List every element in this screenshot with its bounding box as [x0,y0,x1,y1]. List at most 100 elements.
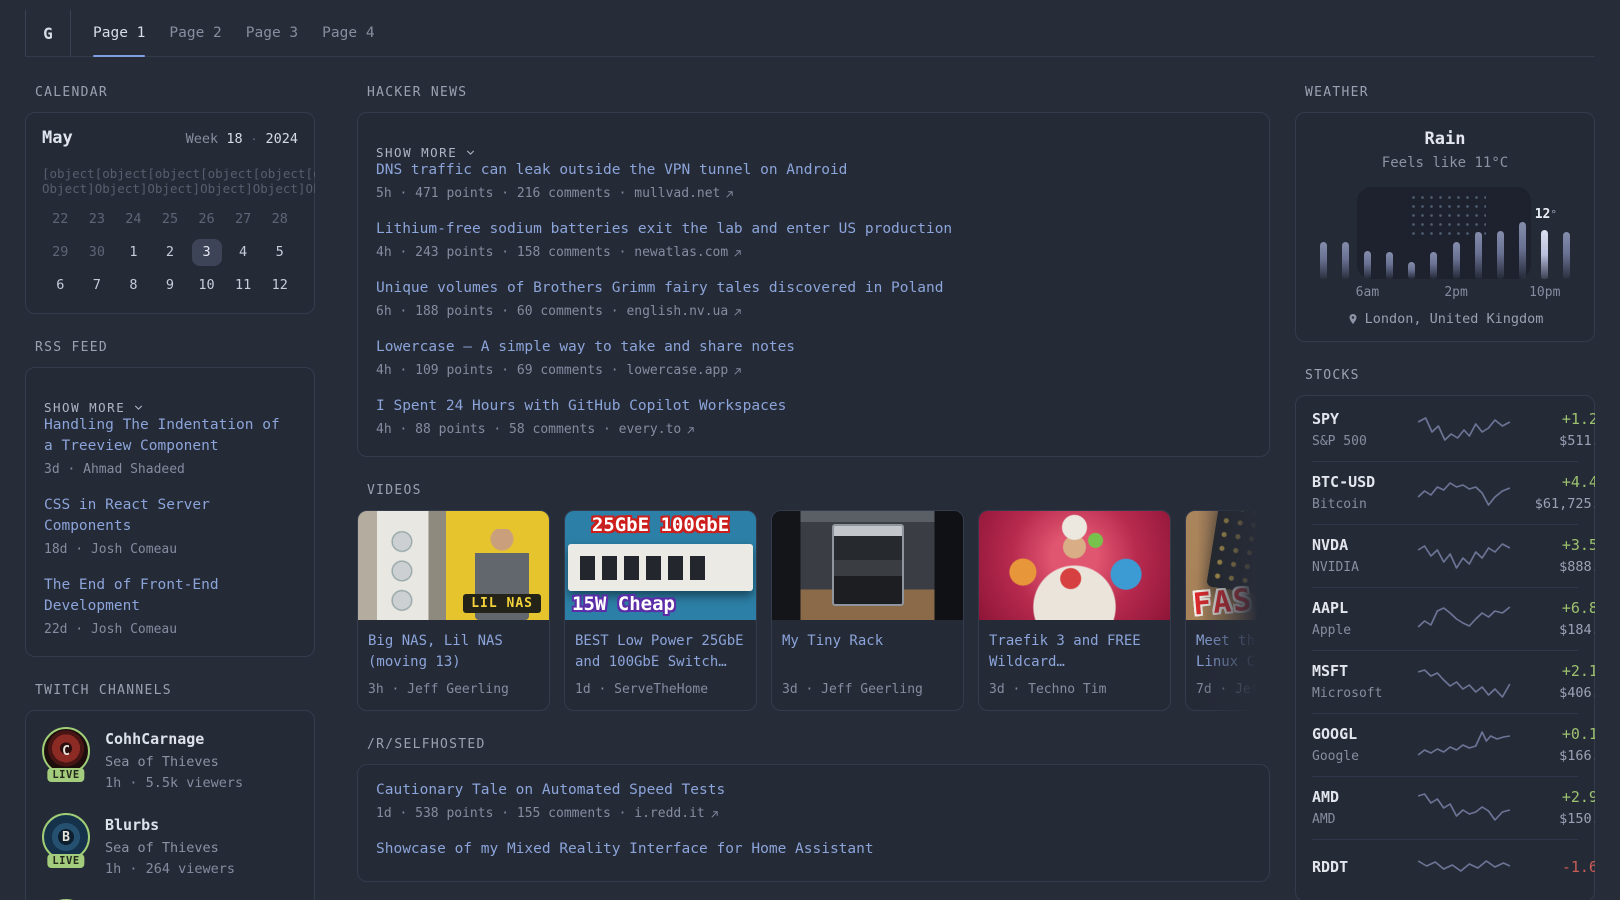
weather-bar [1386,252,1394,279]
rss-show-more-button[interactable]: SHOW MORE [44,400,145,415]
twitch-viewers: 1h · 264 viewers [105,861,236,877]
weather-bar-column [1312,242,1334,279]
stock-sparkline [1417,793,1511,821]
weather-bar [1496,231,1504,279]
video-title-link[interactable]: My Tiny Rack [782,631,953,673]
weekday-label: [object Object] [200,166,253,196]
stock-symbol: GOOGL [1312,725,1358,743]
stock-sparkline-wrap [1416,851,1512,887]
stock-row[interactable]: MSFT Microsoft +2.16% $406.43 [1312,650,1595,713]
hn-article-link[interactable]: Lowercase – A simple way to take and sha… [376,337,1251,358]
twitch-channel-info: Blurbs Sea of Thieves 1h · 264 viewers [105,813,235,878]
stock-sparkline-wrap [1416,601,1512,637]
stock-symbol: AAPL [1312,599,1349,617]
page-tab[interactable]: Page 2 [169,10,221,56]
show-more-label: SHOW MORE [44,400,126,415]
stock-symbol: BTC-USD [1312,473,1376,491]
top-nav: G Page 1 Page 2 Page 3 Page 4 [25,10,1595,57]
stock-change: +4.40% [1561,473,1595,491]
stock-name: Bitcoin [1312,497,1367,512]
weather-bar-column [1511,222,1533,279]
hn-show-more-button[interactable]: SHOW MORE [376,145,477,160]
weather-bar-column [1556,232,1578,279]
stock-row[interactable]: SPY S&P 500 +1.29% $511.57 [1312,399,1595,461]
weekday-label: [object Object] [147,166,201,196]
video-card[interactable]: LIL NAS Big NAS, Lil NAS (moving 13) 3h … [357,510,550,711]
weather-bar [1452,242,1460,279]
sparkline-path [1417,860,1511,872]
hn-article-link[interactable]: I Spent 24 Hours with GitHub Copilot Wor… [376,396,1251,417]
hn-article-link[interactable]: Lithium-free sodium batteries exit the l… [376,219,1251,240]
stock-row[interactable]: AMD AMD +2.94% $150.45 [1312,776,1595,839]
stock-row[interactable]: RDDT -1.65% [1312,839,1595,898]
stock-identity: BTC-USD Bitcoin [1312,473,1416,513]
stock-row[interactable]: NVDA NVIDIA +3.52% $888.40 [1312,524,1595,587]
video-title-link[interactable]: Big NAS, Lil NAS (moving 13) [368,631,539,673]
video-card[interactable]: 25GbE 100GbE 15W Cheap BEST Low Power 25… [564,510,757,711]
video-thumbnail: 25GbE 100GbE 15W Cheap [565,511,756,620]
rss-article-link[interactable]: CSS in React Server Components [44,495,296,537]
weather-tick: 2pm [1444,285,1468,300]
twitch-card: C LIVE CohhCarnage Sea of Thieves 1h · 5… [25,710,315,900]
video-title-link[interactable]: Traefik 3 and FREE Wildcard… [989,631,1160,673]
stock-name: S&P 500 [1312,434,1367,449]
rss-article-link[interactable]: Handling The Indentation of a Treeview C… [44,415,296,457]
calendar-day: 27 [234,211,252,227]
sparkline-path [1417,731,1511,756]
app-logo[interactable]: G [25,10,71,56]
rss-meta-text: 22d · Josh Comeau [44,622,178,637]
weather-bar [1319,242,1327,279]
twitch-viewers: 1h · 5.5k viewers [105,775,244,791]
video-card[interactable]: My Tiny Rack 3d · Jeff Geerling [771,510,964,711]
thumbnail-text-primary: 25GbE 100GbE [591,514,730,536]
weather-tick: 10pm [1529,285,1561,300]
page-tab[interactable]: Page 3 [246,10,298,56]
weather-tick: 6am [1355,285,1380,300]
stock-identity: GOOGL Google [1312,725,1416,765]
sparkline-path [1417,543,1511,569]
weekday-label: [object Object] [252,166,306,196]
calendar-day: 11 [234,277,252,293]
rss-article-link[interactable]: The End of Front-End Development [44,575,296,617]
stock-price: $406.43 [1559,685,1595,701]
hn-article-link[interactable]: DNS traffic can leak outside the VPN tun… [376,160,1251,181]
stock-row[interactable]: AAPL Apple +6.87% $184.91 [1312,587,1595,650]
stock-change: +6.87% [1561,599,1595,617]
reddit-item: Cautionary Tale on Automated Speed Tests… [376,780,1251,823]
stock-row[interactable]: GOOGL Google +0.10% $166.78 [1312,713,1595,776]
right-column: WEATHER Rain Feels like 11°C 12° 6am 2pm… [1295,85,1595,900]
twitch-avatar-wrap: C LIVE [42,727,90,782]
weather-temp-tag: 12° [1535,203,1557,222]
page-tab[interactable]: Page 4 [322,10,374,56]
video-meta: 3h · Jeff Geerling [368,682,509,697]
calendar-days-grid: 22 23 24 25 26 27 28 29 30 1 2 3 4 5 6 7 8 9 10 11 12 [42,206,298,299]
stock-change: +3.52% [1561,536,1595,554]
stock-identity: MSFT Microsoft [1312,662,1416,702]
hn-article-meta: 4h · 243 points · 158 comments · newatla… [376,244,1251,262]
video-title-link[interactable]: Meet the Linux Clus [1196,631,1270,673]
avatar-letter: C [62,743,70,759]
hacker-news-widget-label: HACKER NEWS [367,85,468,100]
hn-article-meta: 4h · 109 points · 69 comments · lowercas… [376,362,1251,380]
video-card[interactable]: Traefik 3 and FREE Wildcard… 3d · Techno… [978,510,1171,711]
weekday-label: [object Object] [305,166,315,196]
twitch-channel-row[interactable]: B LIVE Blurbs Sea of Thieves 1h · 264 vi… [42,813,298,878]
external-link-icon [726,190,734,198]
stock-values: +1.29% $511.57 [1512,410,1595,450]
reddit-post-link[interactable]: Cautionary Tale on Automated Speed Tests [376,780,1251,801]
calendar-day: 7 [92,277,101,293]
twitch-channel-info: CohhCarnage Sea of Thieves 1h · 5.5k vie… [105,727,243,792]
video-thumbnail: LIL NAS [358,511,549,620]
video-title-link[interactable]: BEST Low Power 25GbE and 100GbE Switch… [575,631,746,673]
video-card[interactable]: FAS Meet the Linux Clus 7d · Jeff Geerli… [1185,510,1270,711]
calendar-day: 5 [275,244,284,260]
stock-row[interactable]: BTC-USD Bitcoin +4.40% $61,725.48 [1312,461,1595,524]
rss-item: CSS in React Server Components 18d · Jos… [44,495,296,559]
reddit-post-link[interactable]: Showcase of my Mixed Reality Interface f… [376,839,1251,860]
twitch-channel-row[interactable]: C LIVE CohhCarnage Sea of Thieves 1h · 5… [42,727,298,792]
hn-article-link[interactable]: Unique volumes of Brothers Grimm fairy t… [376,278,1251,299]
hn-meta-text: 4h · 109 points · 69 comments · lowercas… [376,363,729,378]
page-tab[interactable]: Page 1 [93,10,146,57]
video-meta: 3d · Techno Tim [989,682,1107,697]
stock-change: -1.65% [1561,857,1595,876]
